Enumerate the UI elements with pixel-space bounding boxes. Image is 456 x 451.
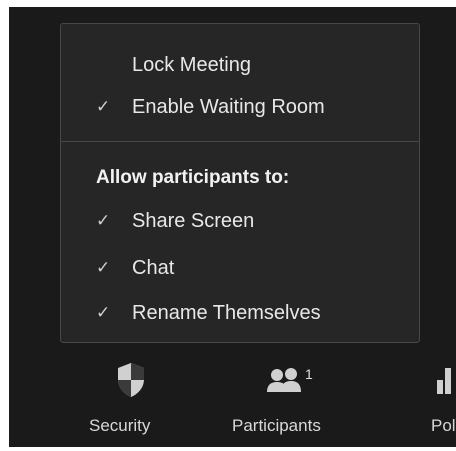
menu-divider — [61, 141, 419, 142]
menu-item-rename-themselves[interactable]: ✓ Rename Themselves — [61, 298, 419, 328]
polls-label: Pol — [431, 416, 456, 435]
menu-item-lock-meeting[interactable]: Lock Meeting — [61, 50, 419, 80]
menu-item-label: Lock Meeting — [132, 54, 251, 76]
shield-icon — [118, 363, 144, 397]
polls-button[interactable]: Pol — [417, 362, 456, 442]
participants-count-badge: 1 — [305, 366, 313, 382]
menu-item-label: Rename Themselves — [132, 302, 321, 324]
check-icon: ✓ — [96, 258, 111, 277]
menu-item-label: Enable Waiting Room — [132, 96, 325, 118]
security-label: Security — [89, 416, 151, 435]
polls-icon — [437, 368, 451, 394]
menu-item-share-screen[interactable]: ✓ Share Screen — [61, 206, 419, 236]
participants-button[interactable]: 1 Participants — [223, 362, 353, 442]
participants-icon — [267, 368, 301, 392]
menu-item-label: Share Screen — [132, 210, 255, 232]
participants-label: Participants — [232, 416, 321, 435]
check-icon: ✓ — [96, 211, 111, 230]
check-icon: ✓ — [96, 97, 111, 116]
meeting-toolbar: Security 1 Participants Pol — [9, 352, 456, 447]
check-icon — [96, 50, 116, 80]
menu-item-label: Chat — [132, 257, 175, 279]
menu-item-enable-waiting-room[interactable]: ✓ Enable Waiting Room — [61, 92, 419, 122]
zoom-meeting-window: Lock Meeting ✓ Enable Waiting Room Allow… — [9, 7, 456, 447]
check-icon: ✓ — [96, 303, 111, 322]
menu-item-chat[interactable]: ✓ Chat — [61, 253, 419, 283]
section-header-allow-participants: Allow participants to: — [96, 167, 290, 188]
security-button[interactable]: Security — [81, 362, 181, 442]
security-menu: Lock Meeting ✓ Enable Waiting Room Allow… — [60, 23, 420, 343]
